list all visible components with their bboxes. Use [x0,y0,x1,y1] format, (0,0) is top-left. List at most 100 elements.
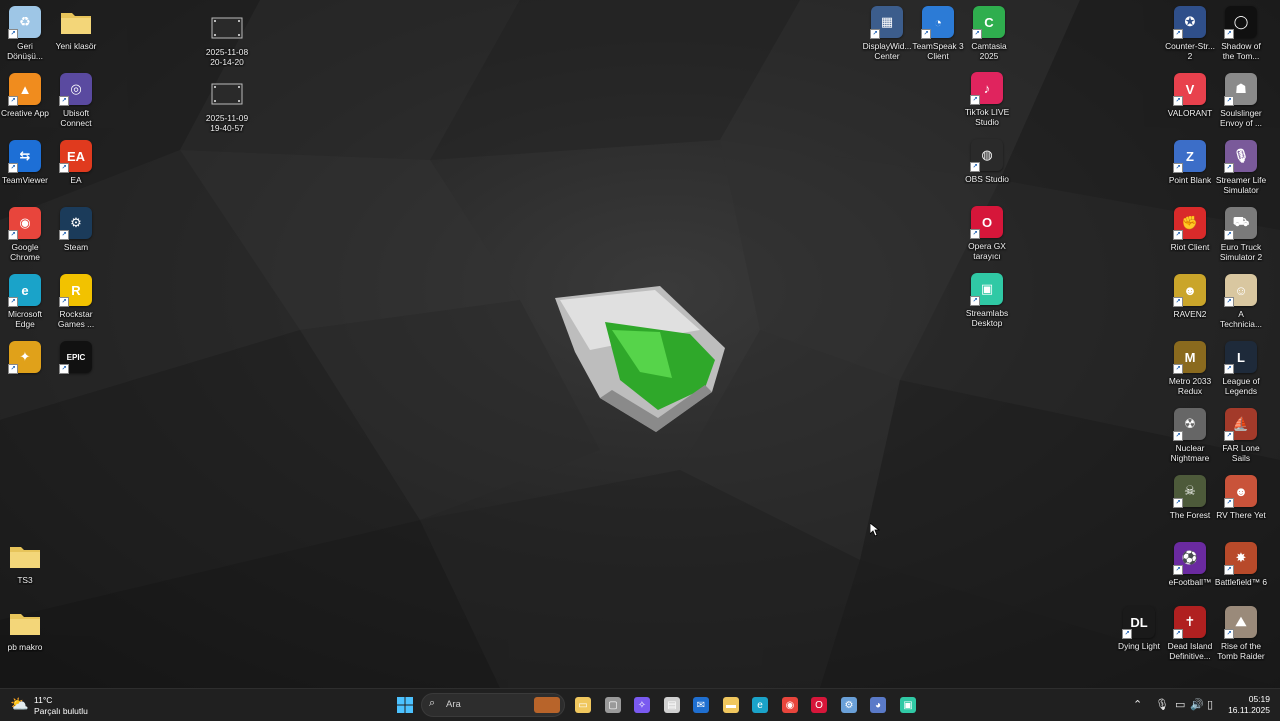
desktop-shortcut[interactable]: EA ↗ EA [49,140,103,185]
folder-icon [60,6,92,38]
desktop-shortcut[interactable]: e ↗ Microsoft Edge [0,274,52,329]
volume-icon[interactable]: 🔊 [1190,698,1204,711]
desktop-shortcut[interactable]: ☻ ↗ RAVEN2 [1163,274,1217,319]
file-explorer-icon: ▭ [575,697,591,713]
shortcut-label: Google Chrome [10,242,40,262]
desktop-shortcut[interactable]: ⛟ ↗ Euro Truck Simulator 2 [1214,207,1268,262]
desktop-shortcut[interactable]: ▦ ↗ DisplayWid... Center [860,6,914,61]
shortcut-label: Camtasia 2025 [971,41,1007,61]
desktop-shortcut[interactable]: R ↗ Rockstar Games ... [49,274,103,329]
desktop-shortcut[interactable]: ☢ ↗ Nuclear Nightmare [1163,408,1217,463]
desktop-shortcut[interactable]: 2025-11-08 20-14-20 [200,12,254,67]
shortcut-arrow-icon: ↗ [1173,230,1183,240]
desktop-shortcut[interactable]: Z ↗ Point Blank [1163,140,1217,185]
shortcut-arrow-icon: ↗ [8,297,18,307]
taskbar-folder-button[interactable]: ▬ [719,693,743,717]
desktop-shortcut[interactable]: ✝ ↗ Dead Island Definitive... [1163,606,1217,661]
taskbar-search[interactable]: ⌕ Ara [421,693,565,717]
desktop-shortcut[interactable]: O ↗ Opera GX tarayıcı [960,206,1014,261]
microphone-icon[interactable]: 🎙 [1155,698,1169,711]
taskbar-task-view-button[interactable]: ▢ [601,693,625,717]
desktop-shortcut[interactable]: V ↗ VALORANT [1163,73,1217,118]
taskbar-settings-button[interactable]: ⚙ [837,693,861,717]
taskbar-edge-button[interactable]: e [748,693,772,717]
desktop-shortcut[interactable]: ☠ ↗ The Forest [1163,475,1217,520]
taskbar-file-explorer-button[interactable]: ▭ [571,693,595,717]
shortcut-arrow-icon: ↗ [1173,498,1183,508]
shortcut-label: A Technicia... [1220,309,1262,329]
shortcut-label: TikTok LIVE Studio [964,107,1010,127]
shortcut-label: TeamSpeak 3 Client [912,41,964,61]
desktop-shortcut[interactable]: ✊ ↗ Riot Client [1163,207,1217,252]
desktop-shortcut[interactable]: ◔ ↗ TeamSpeak 3 Client [911,6,965,61]
desktop-shortcut[interactable]: ▣ ↗ Streamlabs Desktop [960,273,1014,328]
shortcut-label: 2025-11-09 19-40-57 [205,113,249,133]
shortcut-label: Yeni klasör [55,41,97,51]
shortcut-label: DisplayWid... Center [862,41,912,61]
video-file-icon [211,78,243,110]
taskbar-copilot-button[interactable]: ✧ [630,693,654,717]
desktop-shortcut[interactable]: ♪ ↗ TikTok LIVE Studio [960,72,1014,127]
creative-app-icon: ▲ ↗ [8,73,41,106]
obs-icon: ◍ ↗ [970,139,1003,172]
desktop-shortcut[interactable]: L ↗ League of Legends [1214,341,1268,396]
shortcut-arrow-icon: ↗ [59,297,69,307]
desktop-shortcut[interactable]: pb makro [0,607,52,652]
tiktok-icon: ♪ ↗ [970,72,1003,105]
battery-icon[interactable]: ▯ [1207,698,1213,711]
taskbar-app-button[interactable]: ◕ [866,693,890,717]
system-clock[interactable]: 05:19 16.11.2025 [1226,694,1270,716]
folder-icon [9,607,41,639]
desktop-shortcut[interactable]: DL ↗ Dying Light [1112,606,1166,651]
taskbar-outlook-button[interactable]: ✉ [689,693,713,717]
desktop-shortcut[interactable]: M ↗ Metro 2033 Redux [1163,341,1217,396]
shortcut-arrow-icon: ↗ [1224,29,1234,39]
desktop-shortcut[interactable]: TS3 [0,540,52,585]
shortcut-arrow-icon: ↗ [1224,565,1234,575]
desktop-shortcut[interactable]: C ↗ Camtasia 2025 [962,6,1016,61]
metro-icon: M ↗ [1173,341,1206,374]
desktop-shortcut[interactable]: ☻ ↗ RV There Yet [1214,475,1268,520]
taskbar-streamlabs-button[interactable]: ▣ [896,693,920,717]
network-icon[interactable]: ▭ [1175,698,1185,711]
desktop-shortcut[interactable]: ▲ ↗ Creative App [0,73,52,118]
desktop-shortcut[interactable]: ⛵ ↗ FAR Lone Sails [1214,408,1268,463]
streamlabs-icon: ▣ ↗ [970,273,1003,306]
desktop-shortcut[interactable]: ⚽ ↗ eFootball™ [1163,542,1217,587]
shortcut-label: eFootball™ [1168,577,1212,587]
desktop-shortcut[interactable]: ◉ ↗ Google Chrome [0,207,52,262]
desktop-shortcut[interactable]: 2025-11-09 19-40-57 [200,78,254,133]
show-hidden-icons-chevron-icon[interactable]: ⌃ [1133,698,1142,711]
desktop-shortcut[interactable]: Yeni klasör [49,6,103,51]
desktop-shortcut[interactable]: ✦ ↗ [0,341,52,376]
desktop-shortcut[interactable]: ☗ ↗ Soulslinger Envoy of ... [1214,73,1268,128]
shortcut-label: TeamViewer [2,175,48,185]
taskbar-opera-gx-button[interactable]: O [807,693,831,717]
opera-gx-icon: O ↗ [970,206,1003,239]
start-button[interactable] [393,693,417,717]
shadow-tomb-raider-icon: ◯ ↗ [1224,6,1257,39]
shortcut-arrow-icon: ↗ [59,364,69,374]
taskbar-store-button[interactable]: ▤ [660,693,684,717]
desktop-shortcut[interactable]: ◎ ↗ Ubisoft Connect [49,73,103,128]
desktop-shortcut[interactable]: ✸ ↗ Battlefield™ 6 [1214,542,1268,587]
clock-time: 05:19 [1248,694,1270,704]
desktop-shortcut[interactable]: ☺ ↗ A Technicia... [1214,274,1268,329]
shortcut-label: The Forest [1169,510,1211,520]
desktop[interactable]: ♻ ↗ Geri Dönüşü... ▲ ↗ Creative App ⇆ ↗ TeamView… [0,0,1280,688]
taskbar-chrome-button[interactable]: ◉ [778,693,802,717]
shortcut-arrow-icon: ↗ [8,364,18,374]
wallpaper [0,0,1280,688]
desktop-shortcut[interactable]: ⇆ ↗ TeamViewer [0,140,52,185]
desktop-shortcut[interactable]: ⛰ ↗ Rise of the Tomb Raider [1214,606,1268,661]
shortcut-arrow-icon: ↗ [1224,163,1234,173]
desktop-shortcut[interactable]: ✪ ↗ Counter-Str... 2 [1163,6,1217,61]
desktop-shortcut[interactable]: ♻ ↗ Geri Dönüşü... [0,6,52,61]
desktop-shortcut[interactable]: ◯ ↗ Shadow of the Tom... [1214,6,1268,61]
shortcut-label: Geri Dönüşü... [7,41,43,61]
desktop-shortcut[interactable]: ◍ ↗ OBS Studio [960,139,1014,184]
desktop-shortcut[interactable]: EPIC ↗ [49,341,103,376]
shortcut-label: EA [70,175,82,185]
desktop-shortcut[interactable]: 🎙 ↗ Streamer Life Simulator [1214,140,1268,195]
desktop-shortcut[interactable]: ⚙ ↗ Steam [49,207,103,252]
